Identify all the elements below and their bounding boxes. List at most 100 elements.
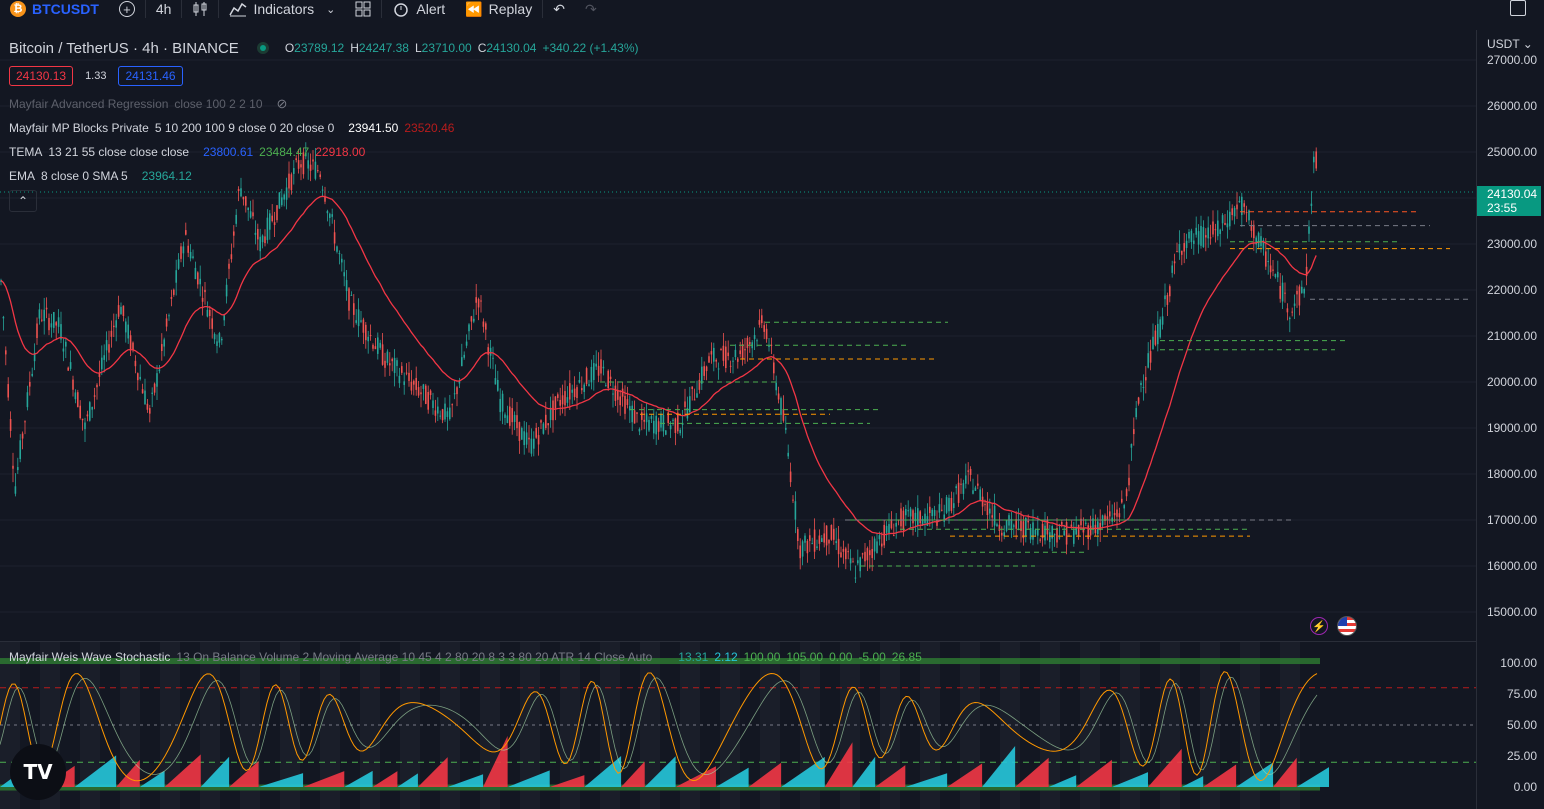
market-status-icon[interactable] [256,42,269,54]
symbol-legend-row: Bitcoin / TetherUS · 4h · BINANCE O23789… [9,38,639,58]
indicator-name: EMA [9,169,36,183]
candle-body [924,513,926,524]
candle-body [991,515,993,518]
candle-body [986,501,989,516]
candle-body [475,297,477,303]
currency-label[interactable]: USDT ⌄ [1487,37,1533,51]
indicator-row-ema[interactable]: EMA 8 close 0 SMA 5 23964.12 [9,164,639,188]
candle-body [170,297,173,299]
candle-body [953,503,955,509]
candle-body [345,280,348,292]
price-tick-label: 20000.00 [1486,375,1537,389]
fullscreen-icon[interactable] [1510,0,1526,16]
open-label: O [284,41,295,55]
candle-body [557,394,559,398]
candle-body [713,347,715,362]
candle-body [1245,212,1248,214]
candle-body [396,360,398,366]
oscillator-name: Mayfair Weis Wave Stochastic [9,650,171,664]
candle-body [720,349,722,351]
candle-body [941,509,943,511]
indicator-value: 23800.61 [203,145,254,159]
candle-body [273,222,276,225]
candle-body [173,289,175,295]
candle-body [578,379,581,383]
candle-body [1029,528,1032,540]
candle-body [1049,532,1051,543]
candle-body [391,358,393,362]
candle-body [91,406,93,410]
candle-body [1173,261,1176,264]
candle-body [451,404,453,406]
candle-body [386,351,389,363]
redo-button[interactable]: ↷ [575,0,607,18]
candle-body [441,409,444,421]
candle-body [19,440,21,460]
candle-body [1118,513,1121,518]
candle-body [456,387,458,395]
symbol-title[interactable]: Bitcoin / TetherUS · 4h · BINANCE [9,40,239,57]
candle-body [1044,525,1046,541]
candle-body [996,524,998,527]
lightning-icon[interactable]: ⚡ [1310,617,1328,635]
sell-button[interactable]: 24130.13 [9,66,74,86]
alert-button[interactable]: Alert [382,0,455,18]
candle-body [341,258,343,263]
candle-body [533,438,535,449]
oscillator-params: 13 On Balance Volume 2 Moving Average 10… [176,650,653,664]
currency-text: USDT [1487,37,1520,51]
buy-button[interactable]: 24131.46 [118,66,183,86]
candle-body [151,392,153,395]
indicator-value: 23520.46 [404,121,455,135]
undo-button[interactable]: ↶ [543,0,575,18]
candle-body [861,553,864,555]
candle-body [84,422,86,430]
candle-body [228,263,230,269]
indicators-icon [229,2,247,17]
candle-body [1217,220,1219,237]
candle-body [1051,526,1053,539]
candle-body [909,508,912,517]
candle-body [825,525,828,546]
oscillator-pane[interactable] [0,642,1476,809]
candle-body [813,529,816,552]
layout-button[interactable] [345,0,381,18]
us-flag-icon[interactable] [1337,616,1357,636]
candle-body [77,392,79,408]
oscillator-tick-label: 100.00 [1500,656,1537,670]
chart-type-button[interactable] [182,0,218,18]
candle-body [1145,377,1147,381]
symbol-search[interactable]: ₿ BTCUSDT [0,0,109,18]
candle-body [81,418,84,421]
indicator-params: 5 10 200 100 9 close 0 20 close 0 [154,121,335,135]
collapse-legend-button[interactable]: ⌃ [9,190,37,212]
compare-button[interactable]: + [109,0,145,18]
interval-button[interactable]: 4h [146,0,182,18]
candle-body [65,341,67,347]
tradingview-logo[interactable]: TV [10,744,66,800]
candle-body [1190,230,1193,243]
candle-body [729,365,732,367]
candle-body [1161,316,1164,325]
indicator-row-regression[interactable]: Mayfair Advanced Regression close 100 2 … [9,92,639,116]
indicator-row-mp-blocks[interactable]: Mayfair MP Blocks Private 5 10 200 100 9… [9,116,639,140]
candle-body [633,410,636,424]
eye-off-icon[interactable]: ⊘ [277,96,288,112]
candle-body [597,365,600,376]
candle-body [213,334,216,340]
indicators-button[interactable]: Indicators ⌄ [219,0,345,18]
candle-body [1116,509,1118,517]
candle-body [2,316,5,319]
candle-body [57,317,60,327]
replay-button[interactable]: ⏪ Replay [455,0,542,18]
price-axis[interactable]: USDT ⌄ 27000.0026000.0025000.0024000.002… [1476,30,1544,809]
candle-body [122,305,125,316]
candle-body [453,393,456,395]
candle-body [221,338,223,341]
candle-body [993,505,996,526]
candle-body [674,418,677,433]
candle-body [50,323,53,328]
indicator-row-tema[interactable]: TEMA 13 21 55 close close close 23800.61… [9,140,639,164]
trade-buttons-row: 24130.13 1.33 24131.46 [9,66,639,86]
oscillator-legend[interactable]: Mayfair Weis Wave Stochastic 13 On Balan… [9,650,922,664]
